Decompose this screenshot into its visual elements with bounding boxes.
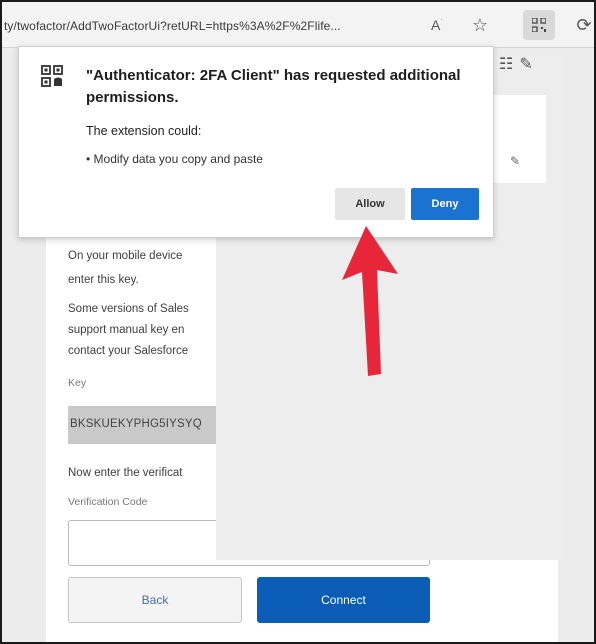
permission-item: • Modify data you copy and paste <box>86 152 263 166</box>
authenticator-qr-icon <box>41 65 63 87</box>
browser-toolbar: ty/twofactor/AddTwoFactorUi?retURL=https… <box>2 2 594 48</box>
pencil-icon[interactable]: ✎ <box>519 56 538 73</box>
edit-icon[interactable]: ✎ <box>510 154 520 168</box>
qr-code-icon <box>532 18 546 32</box>
list-icon[interactable]: ☷ <box>499 56 519 73</box>
back-button[interactable]: Back <box>68 577 242 623</box>
key-field[interactable]: BKSKUEKYPHG5IYSYQ <box>68 406 216 444</box>
instruction-line: support manual key en <box>68 324 185 336</box>
verify-prompt: Now enter the verificat <box>68 467 183 479</box>
verification-code-label: Verification Code <box>68 496 148 508</box>
permission-dialog: "Authenticator: 2FA Client" has requeste… <box>18 46 494 238</box>
dialog-subtitle: The extension could: <box>86 124 202 138</box>
allow-button[interactable]: Allow <box>335 188 405 220</box>
side-card <box>492 95 546 183</box>
annotation-arrow-icon <box>342 226 398 376</box>
screenshot-frame: ty/twofactor/AddTwoFactorUi?retURL=https… <box>0 0 596 644</box>
key-label: Key <box>68 377 87 389</box>
instruction-line: On your mobile device <box>68 250 183 262</box>
instruction-line: Some versions of Sales <box>68 303 189 315</box>
instruction-line: enter this key. <box>68 274 139 286</box>
refresh-icon[interactable]: ⟳ <box>572 12 594 38</box>
deny-button[interactable]: Deny <box>411 188 479 220</box>
background-panel-bottom <box>216 520 558 560</box>
page-header-icons: ☷✎ <box>499 54 539 74</box>
address-bar-url[interactable]: ty/twofactor/AddTwoFactorUi?retURL=https… <box>4 19 341 33</box>
instruction-line: contact your Salesforce <box>68 345 189 357</box>
dialog-title: "Authenticator: 2FA Client" has requeste… <box>86 67 461 106</box>
read-aloud-icon[interactable]: Aʾ <box>426 12 448 38</box>
key-value: BKSKUEKYPHG5IYSYQ <box>70 418 202 430</box>
star-icon[interactable]: ☆ <box>468 12 492 38</box>
connect-button[interactable]: Connect <box>257 577 430 623</box>
qr-extension-button[interactable] <box>523 10 555 40</box>
